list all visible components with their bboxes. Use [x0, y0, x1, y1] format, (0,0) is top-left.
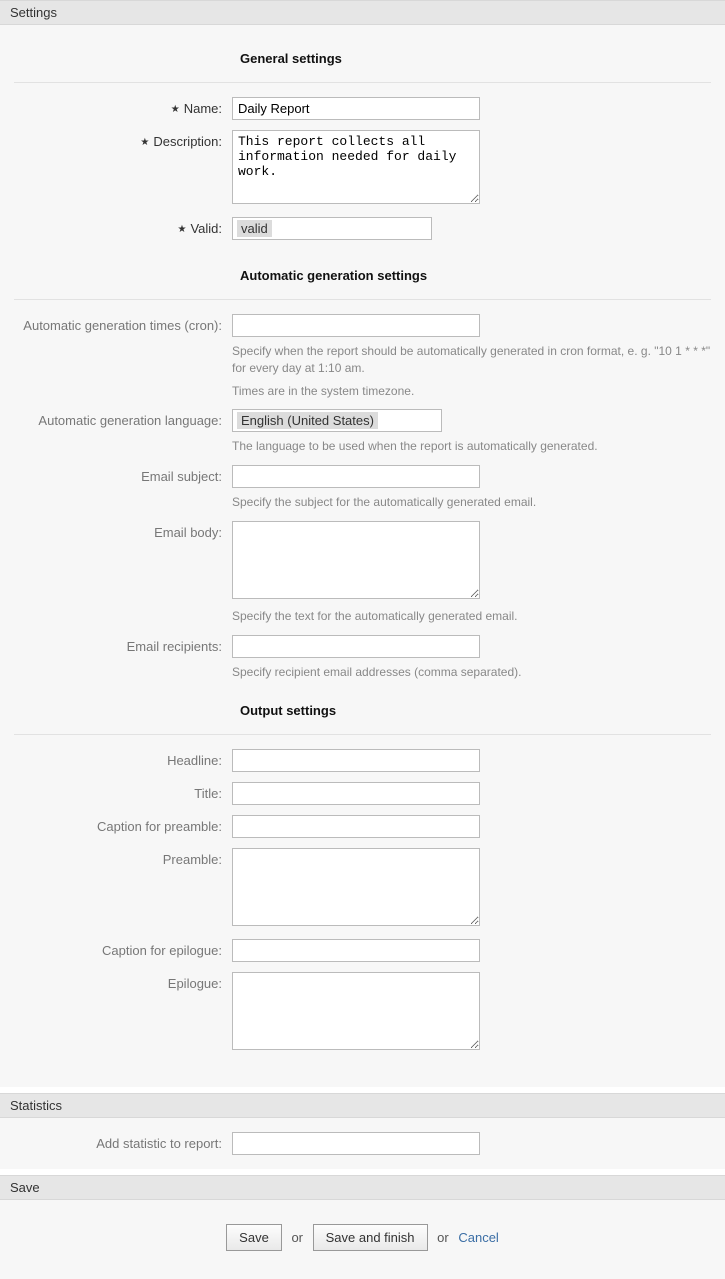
cron-hint-2: Times are in the system timezone.: [232, 383, 712, 400]
label-epilogue: Epilogue:: [10, 972, 232, 991]
label-lang: Automatic generation language:: [10, 409, 232, 428]
section-header-save: Save: [0, 1175, 725, 1200]
label-cap-epilogue: Caption for epilogue:: [10, 939, 232, 958]
preamble-textarea[interactable]: [232, 848, 480, 926]
email-recipients-input[interactable]: [232, 635, 480, 658]
row-preamble: Preamble:: [10, 848, 715, 929]
row-add-statistic: Add statistic to report:: [10, 1132, 715, 1155]
row-headline: Headline:: [10, 749, 715, 772]
section-title: Save: [10, 1180, 40, 1195]
label-name: ★Name:: [10, 97, 232, 116]
language-select[interactable]: English (United States): [232, 409, 442, 432]
cancel-link[interactable]: Cancel: [458, 1230, 498, 1245]
row-title: Title:: [10, 782, 715, 805]
row-valid: ★Valid: valid: [10, 217, 715, 240]
required-star-icon: ★: [177, 224, 186, 235]
valid-selected-option: valid: [237, 220, 272, 237]
divider: [14, 734, 711, 735]
label-email-recipients: Email recipients:: [10, 635, 232, 654]
email-recipients-hint: Specify recipient email addresses (comma…: [232, 664, 712, 681]
row-email-recipients: Email recipients: Specify recipient emai…: [10, 635, 715, 681]
label-email-subject: Email subject:: [10, 465, 232, 484]
email-subject-input[interactable]: [232, 465, 480, 488]
group-heading-automatic: Automatic generation settings: [240, 262, 711, 293]
row-name: ★Name:: [10, 97, 715, 120]
epilogue-textarea[interactable]: [232, 972, 480, 1050]
label-preamble: Preamble:: [10, 848, 232, 867]
row-epilogue: Epilogue:: [10, 972, 715, 1053]
row-cap-preamble: Caption for preamble:: [10, 815, 715, 838]
row-lang: Automatic generation language: English (…: [10, 409, 715, 455]
label-cron: Automatic generation times (cron):: [10, 314, 232, 333]
valid-select[interactable]: valid: [232, 217, 432, 240]
description-textarea[interactable]: [232, 130, 480, 204]
caption-preamble-input[interactable]: [232, 815, 480, 838]
name-input[interactable]: [232, 97, 480, 120]
or-text-1: or: [291, 1230, 303, 1245]
label-description: ★Description:: [10, 130, 232, 149]
row-email-subject: Email subject: Specify the subject for t…: [10, 465, 715, 511]
section-title: Statistics: [10, 1098, 62, 1113]
label-valid: ★Valid:: [10, 217, 232, 236]
caption-epilogue-input[interactable]: [232, 939, 480, 962]
label-cap-preamble: Caption for preamble:: [10, 815, 232, 834]
section-title: Settings: [10, 5, 57, 20]
statistics-body: Add statistic to report:: [0, 1118, 725, 1169]
row-cron: Automatic generation times (cron): Speci…: [10, 314, 715, 399]
divider: [14, 82, 711, 83]
settings-body: General settings ★Name: ★Description: ★V…: [0, 25, 725, 1087]
row-cap-epilogue: Caption for epilogue:: [10, 939, 715, 962]
label-add-statistic: Add statistic to report:: [10, 1132, 232, 1151]
label-headline: Headline:: [10, 749, 232, 768]
title-input[interactable]: [232, 782, 480, 805]
save-button[interactable]: Save: [226, 1224, 282, 1251]
row-description: ★Description:: [10, 130, 715, 207]
lang-hint: The language to be used when the report …: [232, 438, 712, 455]
section-header-settings: Settings: [0, 0, 725, 25]
label-title: Title:: [10, 782, 232, 801]
or-text-2: or: [437, 1230, 449, 1245]
headline-input[interactable]: [232, 749, 480, 772]
save-bar: Save or Save and finish or Cancel: [0, 1200, 725, 1279]
save-and-finish-button[interactable]: Save and finish: [313, 1224, 428, 1251]
divider: [14, 299, 711, 300]
section-header-statistics: Statistics: [0, 1093, 725, 1118]
group-heading-general: General settings: [240, 45, 711, 76]
label-email-body: Email body:: [10, 521, 232, 540]
row-email-body: Email body: Specify the text for the aut…: [10, 521, 715, 625]
add-statistic-input[interactable]: [232, 1132, 480, 1155]
cron-hint-1: Specify when the report should be automa…: [232, 343, 712, 377]
email-body-textarea[interactable]: [232, 521, 480, 599]
required-star-icon: ★: [140, 137, 149, 148]
email-body-hint: Specify the text for the automatically g…: [232, 608, 712, 625]
required-star-icon: ★: [171, 104, 180, 115]
group-heading-output: Output settings: [240, 697, 711, 728]
cron-input[interactable]: [232, 314, 480, 337]
email-subject-hint: Specify the subject for the automaticall…: [232, 494, 712, 511]
language-selected-option: English (United States): [237, 412, 378, 429]
